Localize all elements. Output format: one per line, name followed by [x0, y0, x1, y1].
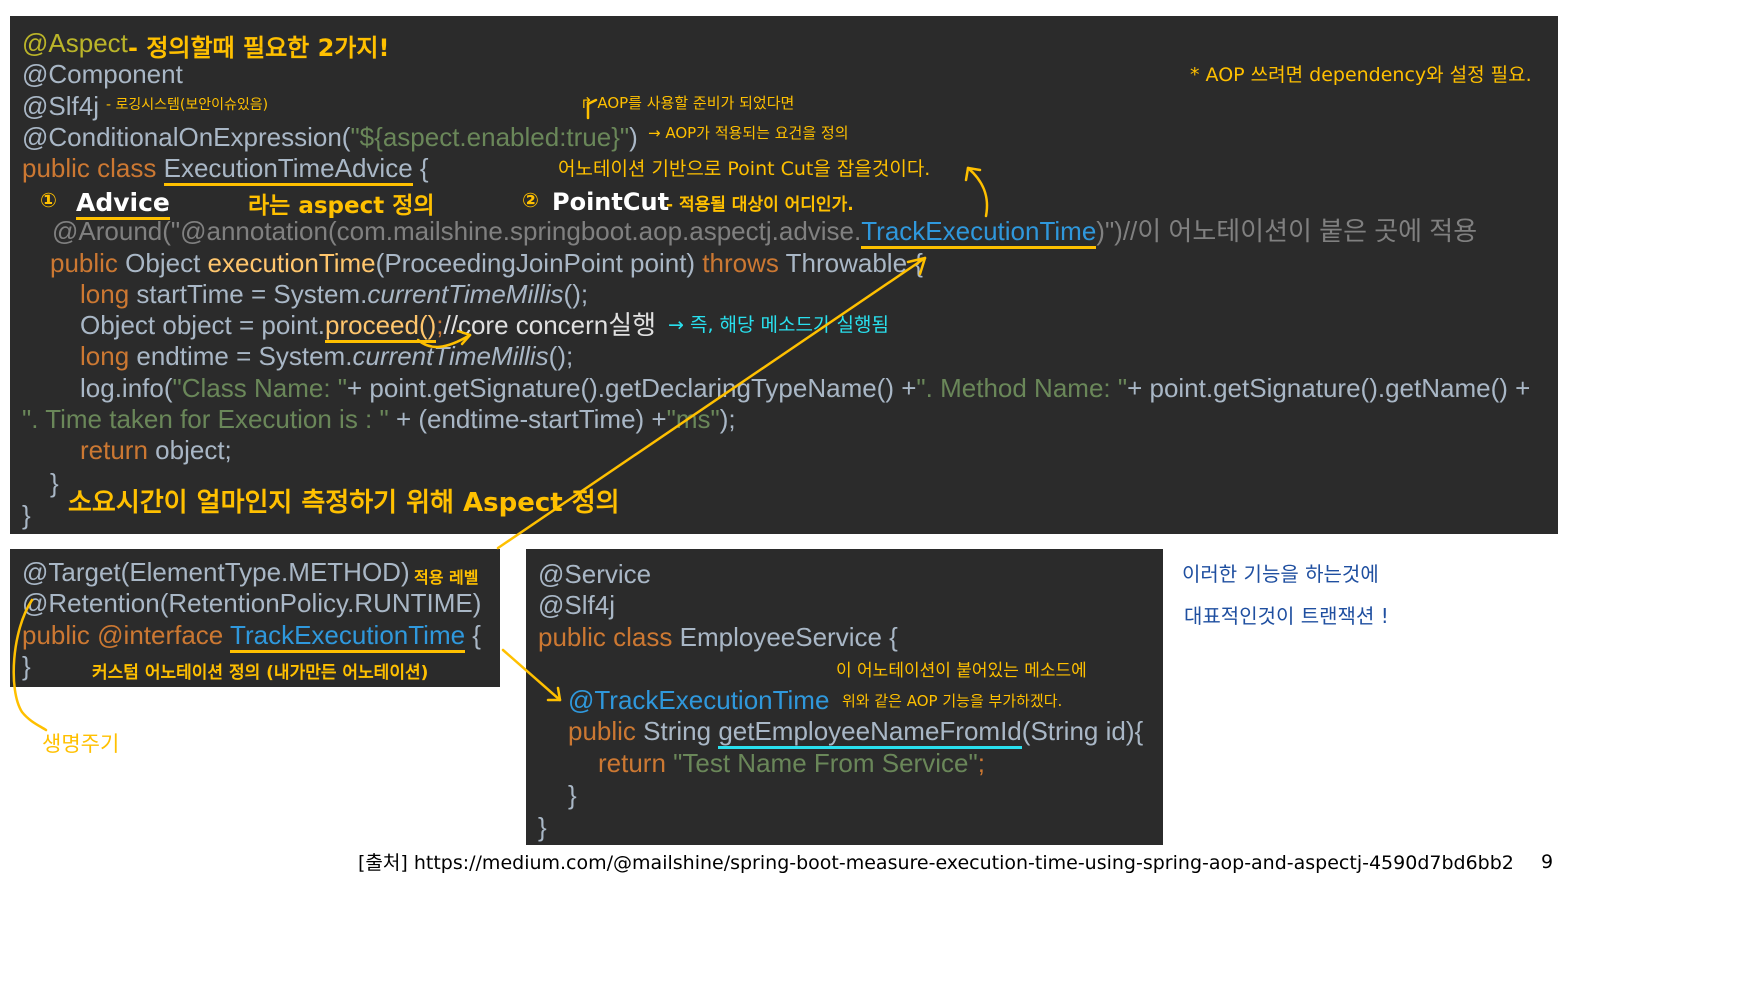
proceed-line: Object object = point.proceed();//core c… — [80, 308, 656, 343]
service-note-2: 위와 같은 AOP 기능을 부가하겠다. — [842, 692, 1063, 710]
service-method-name: getEmployeeNameFromId — [718, 716, 1022, 749]
return-line: return object; — [80, 435, 232, 465]
start-time-line: long startTime = System.currentTimeMilli… — [80, 279, 589, 309]
aop-dependency-note: * AOP 쓰려면 dependency와 설정 필요. — [1190, 64, 1532, 86]
target-level-note: 적용 레벨 — [414, 568, 479, 587]
end-time-line: long endtime = System.currentTimeMillis(… — [80, 341, 574, 371]
retention-annotation: @Retention(RetentionPolicy.RUNTIME) — [22, 588, 482, 618]
aop-ready-note: ↱ AOP를 사용할 준비가 되었다면 — [580, 94, 795, 112]
log-line-continued: ". Time taken for Execution is : " + (en… — [22, 404, 736, 434]
class-name: ExecutionTimeAdvice — [163, 153, 413, 186]
aspect-summary-note: 소요시간이 얼마인지 측정하기 위해 Aspect 정의 — [68, 488, 620, 518]
interface-name: TrackExecutionTime — [230, 620, 466, 653]
class-declaration: public class ExecutionTimeAdvice { — [22, 151, 429, 186]
service-method-close-brace: } — [568, 780, 577, 810]
advice-number: ① — [40, 188, 57, 212]
pointcut-target: TrackExecutionTime — [861, 216, 1097, 249]
service-annotation: @Service — [538, 559, 652, 589]
source-citation: [출처] https://medium.com/@mailshine/sprin… — [358, 852, 1514, 874]
service-note-1: 이 어노테이션이 붙어있는 메소드에 — [836, 661, 1087, 681]
service-return-line: return "Test Name From Service"; — [598, 748, 985, 778]
service-class-close-brace: } — [538, 812, 547, 842]
source-url[interactable]: https://medium.com/@mailshine/spring-boo… — [414, 852, 1514, 874]
pointcut-label: PointCut — [552, 188, 670, 216]
interface-close-brace: } — [22, 651, 31, 681]
log-line: log.info("Class Name: "+ point.getSignat… — [80, 373, 1531, 403]
page-number: 9 — [1541, 851, 1554, 873]
service-class-declaration: public class EmployeeService { — [538, 622, 898, 652]
slf4j-note: - 로깅시스템(보안이슈있음) — [106, 97, 269, 113]
pointcut-number: ② — [522, 188, 539, 212]
class-close-brace: } — [22, 500, 31, 530]
lifecycle-note: 생명주기 — [42, 732, 120, 756]
interface-declaration: public @interface TrackExecutionTime { — [22, 618, 481, 653]
aop-condition-note: → AOP가 적용되는 요건을 정의 — [648, 124, 849, 142]
pointcut-top-note: 어노테이션 기반으로 Point Cut을 잡을것이다. — [558, 158, 931, 180]
conditional-annotation: @ConditionalOnExpression("${aspect.enabl… — [22, 122, 638, 152]
pointcut-description: - 적용될 대상이 어디인가. — [666, 195, 854, 215]
advice-label: Advice — [76, 188, 170, 220]
transaction-note-1: 이러한 기능을 하는것에 — [1182, 562, 1379, 586]
method-close-brace: } — [50, 468, 59, 498]
aspect-note: - 정의할때 필요한 2가지! — [128, 34, 390, 62]
custom-annotation-note: 커스텀 어노테이션 정의 (내가만든 어노테이션) — [92, 663, 429, 683]
transaction-note-2: 대표적인것이 트랜잭션 ! — [1184, 604, 1389, 628]
service-method-signature: public String getEmployeeNameFromId(Stri… — [568, 714, 1143, 749]
method-signature: public Object executionTime(ProceedingJo… — [50, 248, 923, 278]
target-annotation: @Target(ElementType.METHOD) — [22, 557, 410, 587]
advice-description: 라는 aspect 정의 — [248, 193, 435, 219]
aspect-annotation: @Aspect — [22, 28, 128, 58]
proceed-note: → 즉, 해당 메소드가 실행됨 — [668, 314, 889, 336]
slf4j-annotation: @Slf4j — [22, 91, 99, 121]
service-slf4j-annotation: @Slf4j — [538, 590, 615, 620]
track-execution-annotation: @TrackExecutionTime — [568, 685, 830, 715]
